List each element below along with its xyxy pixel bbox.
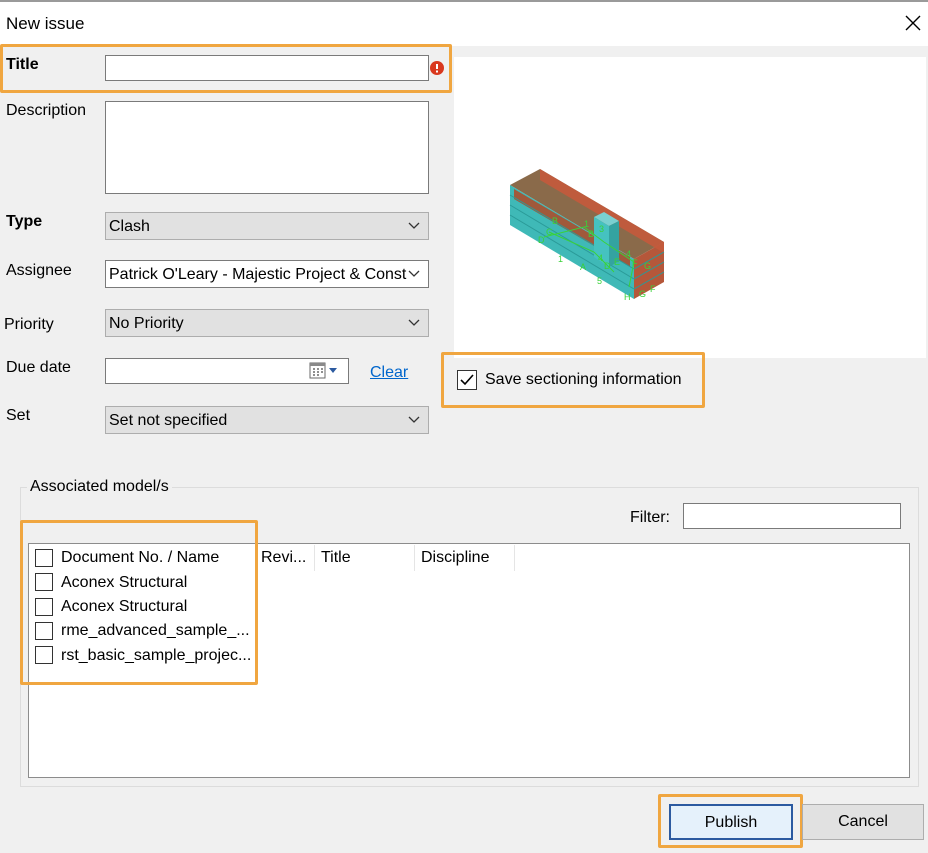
svg-text:B: B	[588, 229, 594, 239]
description-input[interactable]	[105, 101, 429, 194]
save-sectioning-checkbox[interactable]	[457, 370, 477, 390]
model-thumbnail: BCD 1B 3 1 4D E4F GFG H5A	[509, 169, 665, 302]
priority-label: Priority	[4, 316, 54, 333]
svg-text:E: E	[614, 257, 620, 267]
assignee-select-value: Patrick O'Leary - Majestic Project & Con…	[109, 266, 407, 283]
publish-highlight	[658, 794, 803, 848]
svg-text:4: 4	[598, 253, 603, 263]
title-bar	[0, 0, 928, 46]
set-select-value: Set not specified	[109, 412, 228, 429]
type-label: Type	[6, 213, 43, 230]
error-icon	[430, 61, 444, 75]
svg-text:D: D	[604, 261, 611, 271]
associated-models-label: Associated model/s	[27, 478, 172, 496]
checkmark-icon	[460, 374, 474, 386]
set-label: Set	[6, 407, 31, 424]
column-header-discipline[interactable]: Discipline	[421, 549, 489, 567]
window-title: New issue	[6, 14, 85, 33]
model-preview: BCD 1B3 14D E4F GFG H5A	[454, 57, 926, 358]
svg-text:D: D	[538, 235, 545, 245]
save-sectioning-label[interactable]: Save sectioning information	[485, 371, 682, 389]
column-header-revision[interactable]: Revi...	[261, 549, 306, 567]
cancel-button[interactable]: Cancel	[802, 804, 924, 840]
svg-text:1: 1	[558, 254, 563, 264]
chevron-down-icon	[408, 222, 420, 229]
svg-text:5: 5	[597, 276, 602, 286]
window-top-edge	[0, 0, 928, 2]
column-divider	[514, 545, 515, 571]
svg-text:A: A	[580, 262, 586, 272]
priority-select[interactable]: No Priority	[105, 309, 429, 337]
title-label: Title	[6, 56, 39, 73]
svg-text:C: C	[546, 227, 553, 237]
svg-text:1: 1	[584, 219, 589, 229]
svg-text:F: F	[632, 258, 638, 268]
svg-text:F: F	[650, 284, 656, 294]
svg-text:4: 4	[626, 249, 631, 259]
type-select[interactable]: Clash	[105, 212, 429, 240]
chevron-down-icon	[408, 270, 420, 278]
description-label: Description	[6, 102, 87, 119]
svg-text:3: 3	[599, 224, 604, 234]
chevron-down-icon	[408, 319, 420, 326]
column-header-title[interactable]: Title	[321, 549, 351, 567]
assignee-select[interactable]: Patrick O'Leary - Majestic Project & Con…	[105, 260, 429, 288]
close-icon[interactable]	[900, 10, 926, 36]
svg-text:B: B	[552, 216, 558, 226]
svg-text:G: G	[639, 289, 646, 299]
due-date-label: Due date	[6, 359, 71, 376]
type-select-value: Clash	[109, 218, 150, 235]
filter-input[interactable]	[683, 503, 901, 529]
svg-text:H: H	[624, 292, 631, 302]
title-input[interactable]	[105, 55, 429, 81]
priority-select-value: No Priority	[109, 315, 184, 332]
filter-label: Filter:	[630, 509, 670, 526]
column-divider	[314, 545, 315, 571]
calendar-icon[interactable]	[309, 362, 343, 380]
svg-text:G: G	[644, 261, 651, 271]
set-select[interactable]: Set not specified	[105, 406, 429, 434]
chevron-down-icon	[408, 416, 420, 423]
column-divider	[414, 545, 415, 571]
assignee-label: Assignee	[6, 262, 72, 279]
models-highlight	[20, 520, 258, 685]
clear-link[interactable]: Clear	[370, 364, 408, 382]
